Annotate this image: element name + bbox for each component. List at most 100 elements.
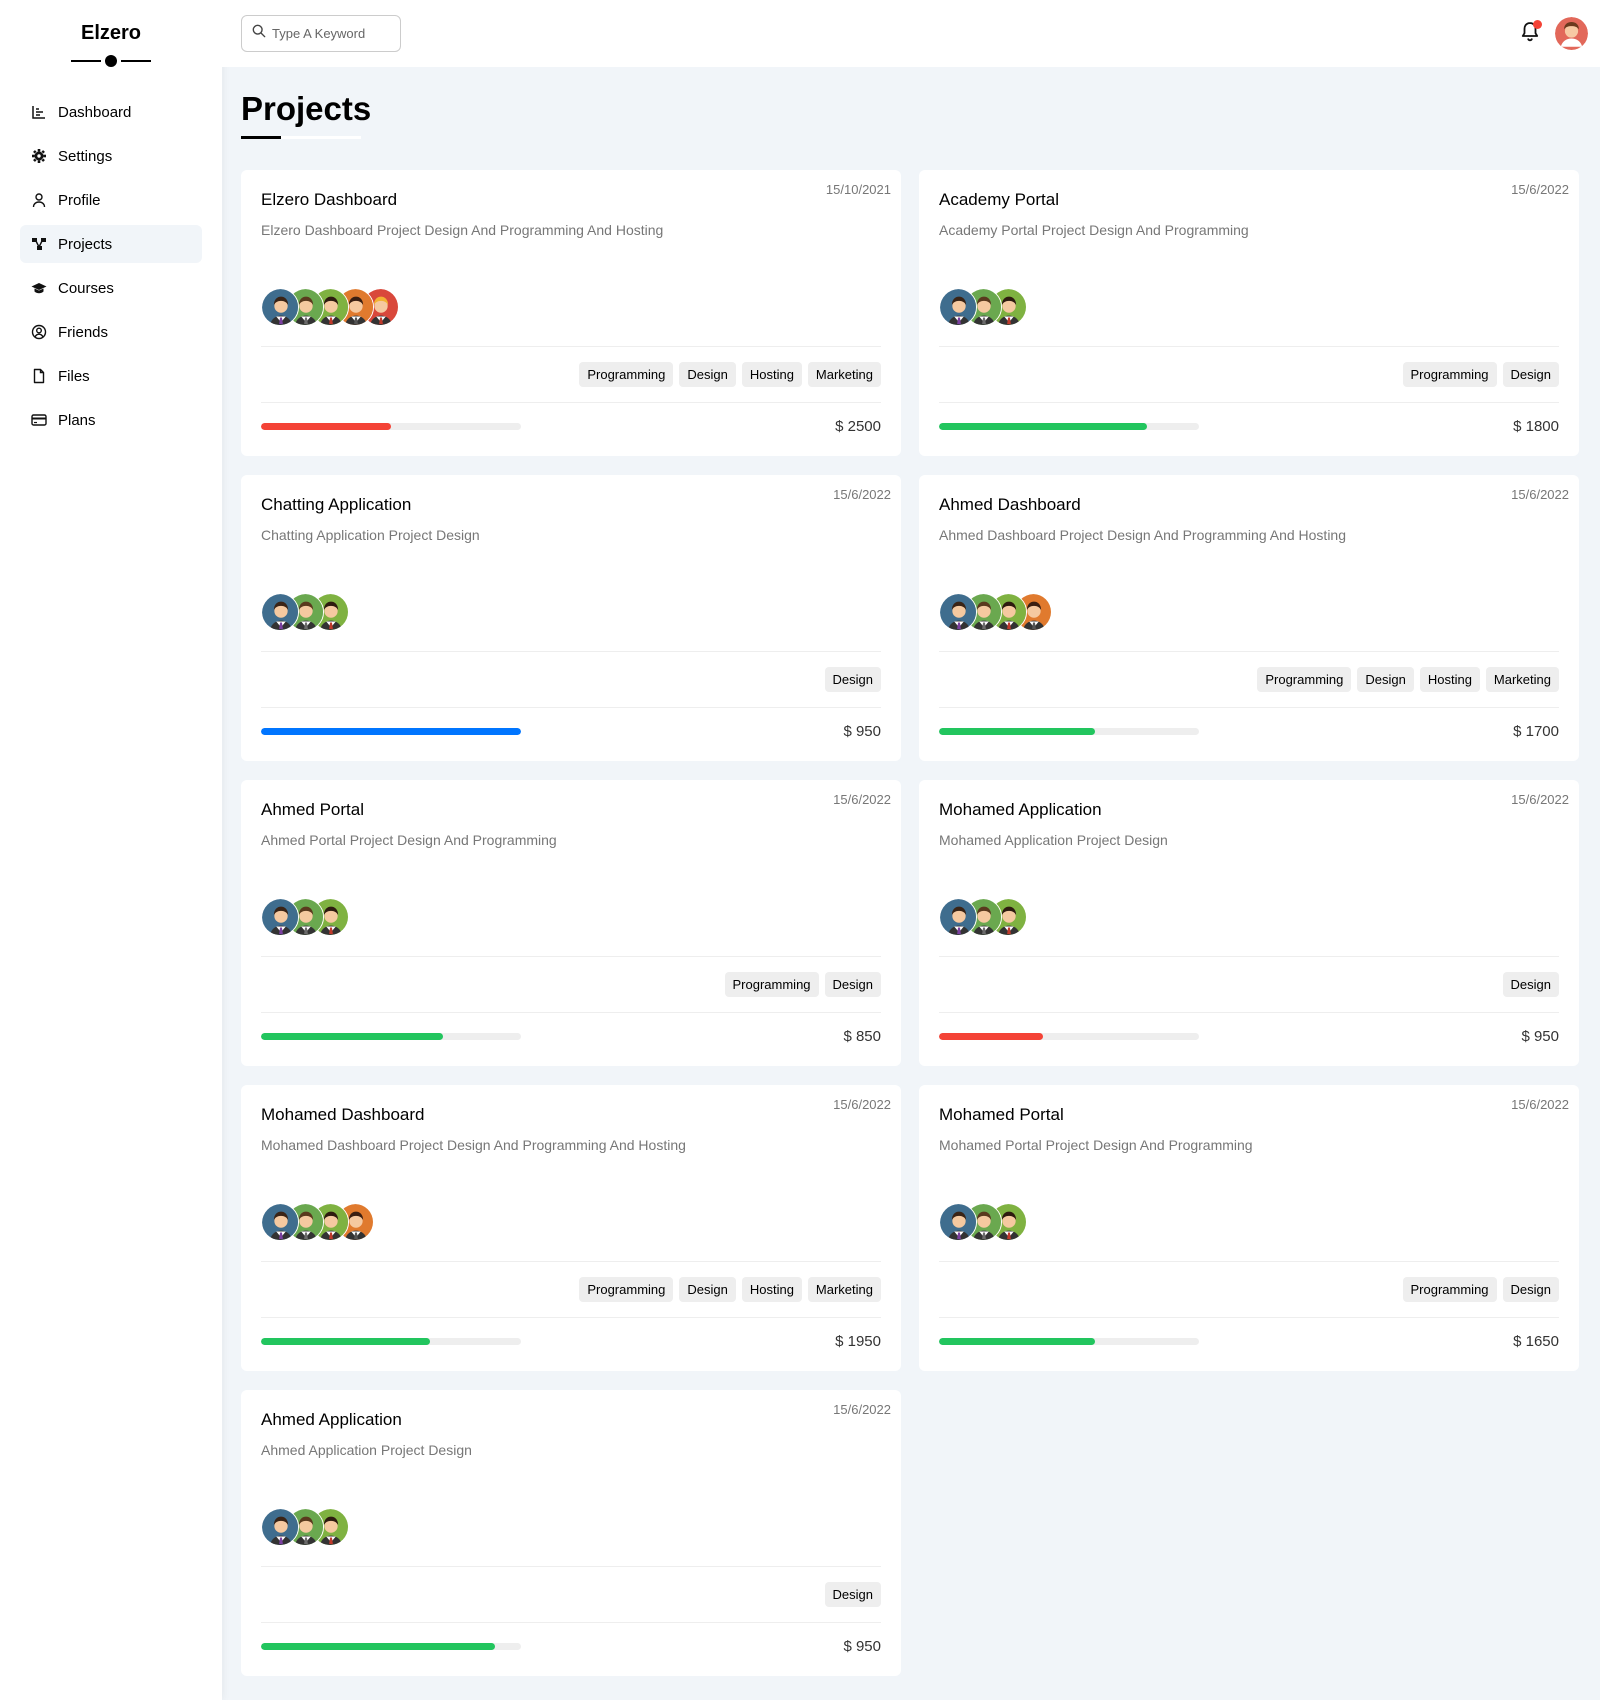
project-description: Mohamed Dashboard Project Design And Pro… (261, 1137, 686, 1153)
project-title[interactable]: Academy Portal (939, 190, 1059, 210)
project-title[interactable]: Mohamed Dashboard (261, 1105, 424, 1125)
project-date: 15/6/2022 (833, 1402, 891, 1417)
tag-programming[interactable]: Programming (579, 362, 674, 387)
sidebar-item-label: Friends (58, 323, 109, 341)
project-card[interactable]: 15/6/2022 Ahmed Application Ahmed Applicat… (241, 1390, 901, 1676)
project-tags: Programming Design Hosting Marketing (579, 362, 881, 387)
project-team (939, 1203, 1027, 1241)
sidebar-item-courses[interactable]: Courses (20, 269, 202, 307)
avatar[interactable] (261, 1508, 299, 1546)
avatar[interactable] (939, 1203, 977, 1241)
progress-bar (261, 1643, 521, 1650)
progress-bar (261, 423, 521, 430)
tag-programming[interactable]: Programming (1402, 1277, 1497, 1302)
credit-card-icon (30, 411, 48, 429)
tag-programming[interactable]: Programming (1257, 667, 1352, 692)
project-price: $ 1800 (1513, 418, 1559, 435)
avatar[interactable] (261, 288, 299, 326)
tag-design[interactable]: Design (1502, 972, 1559, 997)
avatar[interactable] (939, 898, 977, 936)
progress-fill (939, 1033, 1043, 1040)
sidebar-item-label: Dashboard (58, 103, 132, 121)
tag-marketing[interactable]: Marketing (807, 362, 881, 387)
divider (939, 956, 1559, 957)
divider (939, 402, 1559, 403)
project-description: Ahmed Dashboard Project Design And Progr… (939, 527, 1346, 543)
tag-design[interactable]: Design (679, 1277, 736, 1302)
sidebar-item-label: Plans (58, 411, 96, 429)
project-title[interactable]: Mohamed Application (939, 800, 1102, 820)
progress-fill (939, 1338, 1095, 1345)
avatar[interactable] (1555, 17, 1588, 50)
tag-hosting[interactable]: Hosting (741, 1277, 802, 1302)
project-card[interactable]: 15/6/2022 Ahmed Dashboard Ahmed Dashboard … (919, 475, 1579, 761)
project-price: $ 1700 (1513, 723, 1559, 740)
progress-bar (261, 1338, 521, 1345)
tag-hosting[interactable]: Hosting (741, 362, 802, 387)
divider (261, 346, 881, 347)
avatar[interactable] (939, 288, 977, 326)
progress-fill (261, 1033, 443, 1040)
divider (261, 1261, 881, 1262)
project-description: Mohamed Portal Project Design And Progra… (939, 1137, 1253, 1153)
avatar[interactable] (261, 898, 299, 936)
notifications-button[interactable] (1518, 20, 1542, 44)
sidebar-item-plans[interactable]: Plans (20, 401, 202, 439)
project-title[interactable]: Elzero Dashboard (261, 190, 397, 210)
sidebar-item-profile[interactable]: Profile (20, 181, 202, 219)
brand-logo: Elzero (80, 22, 142, 44)
divider (939, 346, 1559, 347)
project-card[interactable]: 15/6/2022 Mohamed Portal Mohamed Portal Pr… (919, 1085, 1579, 1371)
notification-dot (1533, 20, 1542, 29)
project-title[interactable]: Ahmed Dashboard (939, 495, 1081, 515)
tag-design[interactable]: Design (1502, 362, 1559, 387)
avatar[interactable] (261, 593, 299, 631)
project-title[interactable]: Ahmed Portal (261, 800, 364, 820)
project-card[interactable]: 15/6/2022 Mohamed Dashboard Mohamed Dashbo… (241, 1085, 901, 1371)
sidebar-item-settings[interactable]: Settings (20, 137, 202, 175)
sidebar-item-projects[interactable]: Projects (20, 225, 202, 263)
search-input[interactable] (272, 26, 382, 41)
project-card[interactable]: 15/6/2022 Chatting Application Chatting Ap… (241, 475, 901, 761)
avatar[interactable] (261, 1203, 299, 1241)
tag-design[interactable]: Design (824, 667, 881, 692)
project-title[interactable]: Mohamed Portal (939, 1105, 1064, 1125)
project-card[interactable]: 15/10/2021 Elzero Dashboard Elzero Dashboa… (241, 170, 901, 456)
project-card[interactable]: 15/6/2022 Academy Portal Academy Portal Pr… (919, 170, 1579, 456)
tag-design[interactable]: Design (679, 362, 736, 387)
user-icon (30, 191, 48, 209)
search-box[interactable] (241, 15, 401, 52)
project-card[interactable]: 15/6/2022 Mohamed Application Mohamed Appl… (919, 780, 1579, 1066)
avatar[interactable] (939, 593, 977, 631)
divider (261, 1622, 881, 1623)
project-price: $ 850 (843, 1028, 881, 1045)
tag-design[interactable]: Design (824, 1582, 881, 1607)
graduation-cap-icon (30, 279, 48, 297)
project-tags: Programming Design Hosting Marketing (579, 1277, 881, 1302)
gear-icon (30, 147, 48, 165)
project-date: 15/6/2022 (833, 792, 891, 807)
project-price: $ 950 (1521, 1028, 1559, 1045)
sidebar-item-files[interactable]: Files (20, 357, 202, 395)
divider (261, 651, 881, 652)
tag-programming[interactable]: Programming (579, 1277, 674, 1302)
sidebar-item-label: Profile (58, 191, 101, 209)
tag-design[interactable]: Design (824, 972, 881, 997)
sidebar-item-dashboard[interactable]: Dashboard (20, 93, 202, 131)
project-card[interactable]: 15/6/2022 Ahmed Portal Ahmed Portal Projec… (241, 780, 901, 1066)
project-description: Mohamed Application Project Design (939, 832, 1168, 848)
sidebar-item-friends[interactable]: Friends (20, 313, 202, 351)
tag-marketing[interactable]: Marketing (807, 1277, 881, 1302)
tag-design[interactable]: Design (1357, 667, 1414, 692)
tag-hosting[interactable]: Hosting (1419, 667, 1480, 692)
tag-design[interactable]: Design (1502, 1277, 1559, 1302)
project-title[interactable]: Ahmed Application (261, 1410, 402, 1430)
tag-programming[interactable]: Programming (724, 972, 819, 997)
project-date: 15/6/2022 (1511, 792, 1569, 807)
progress-fill (261, 728, 521, 735)
project-title[interactable]: Chatting Application (261, 495, 411, 515)
tag-programming[interactable]: Programming (1402, 362, 1497, 387)
tag-marketing[interactable]: Marketing (1485, 667, 1559, 692)
progress-fill (261, 423, 391, 430)
project-tags: Programming Design (724, 972, 881, 997)
